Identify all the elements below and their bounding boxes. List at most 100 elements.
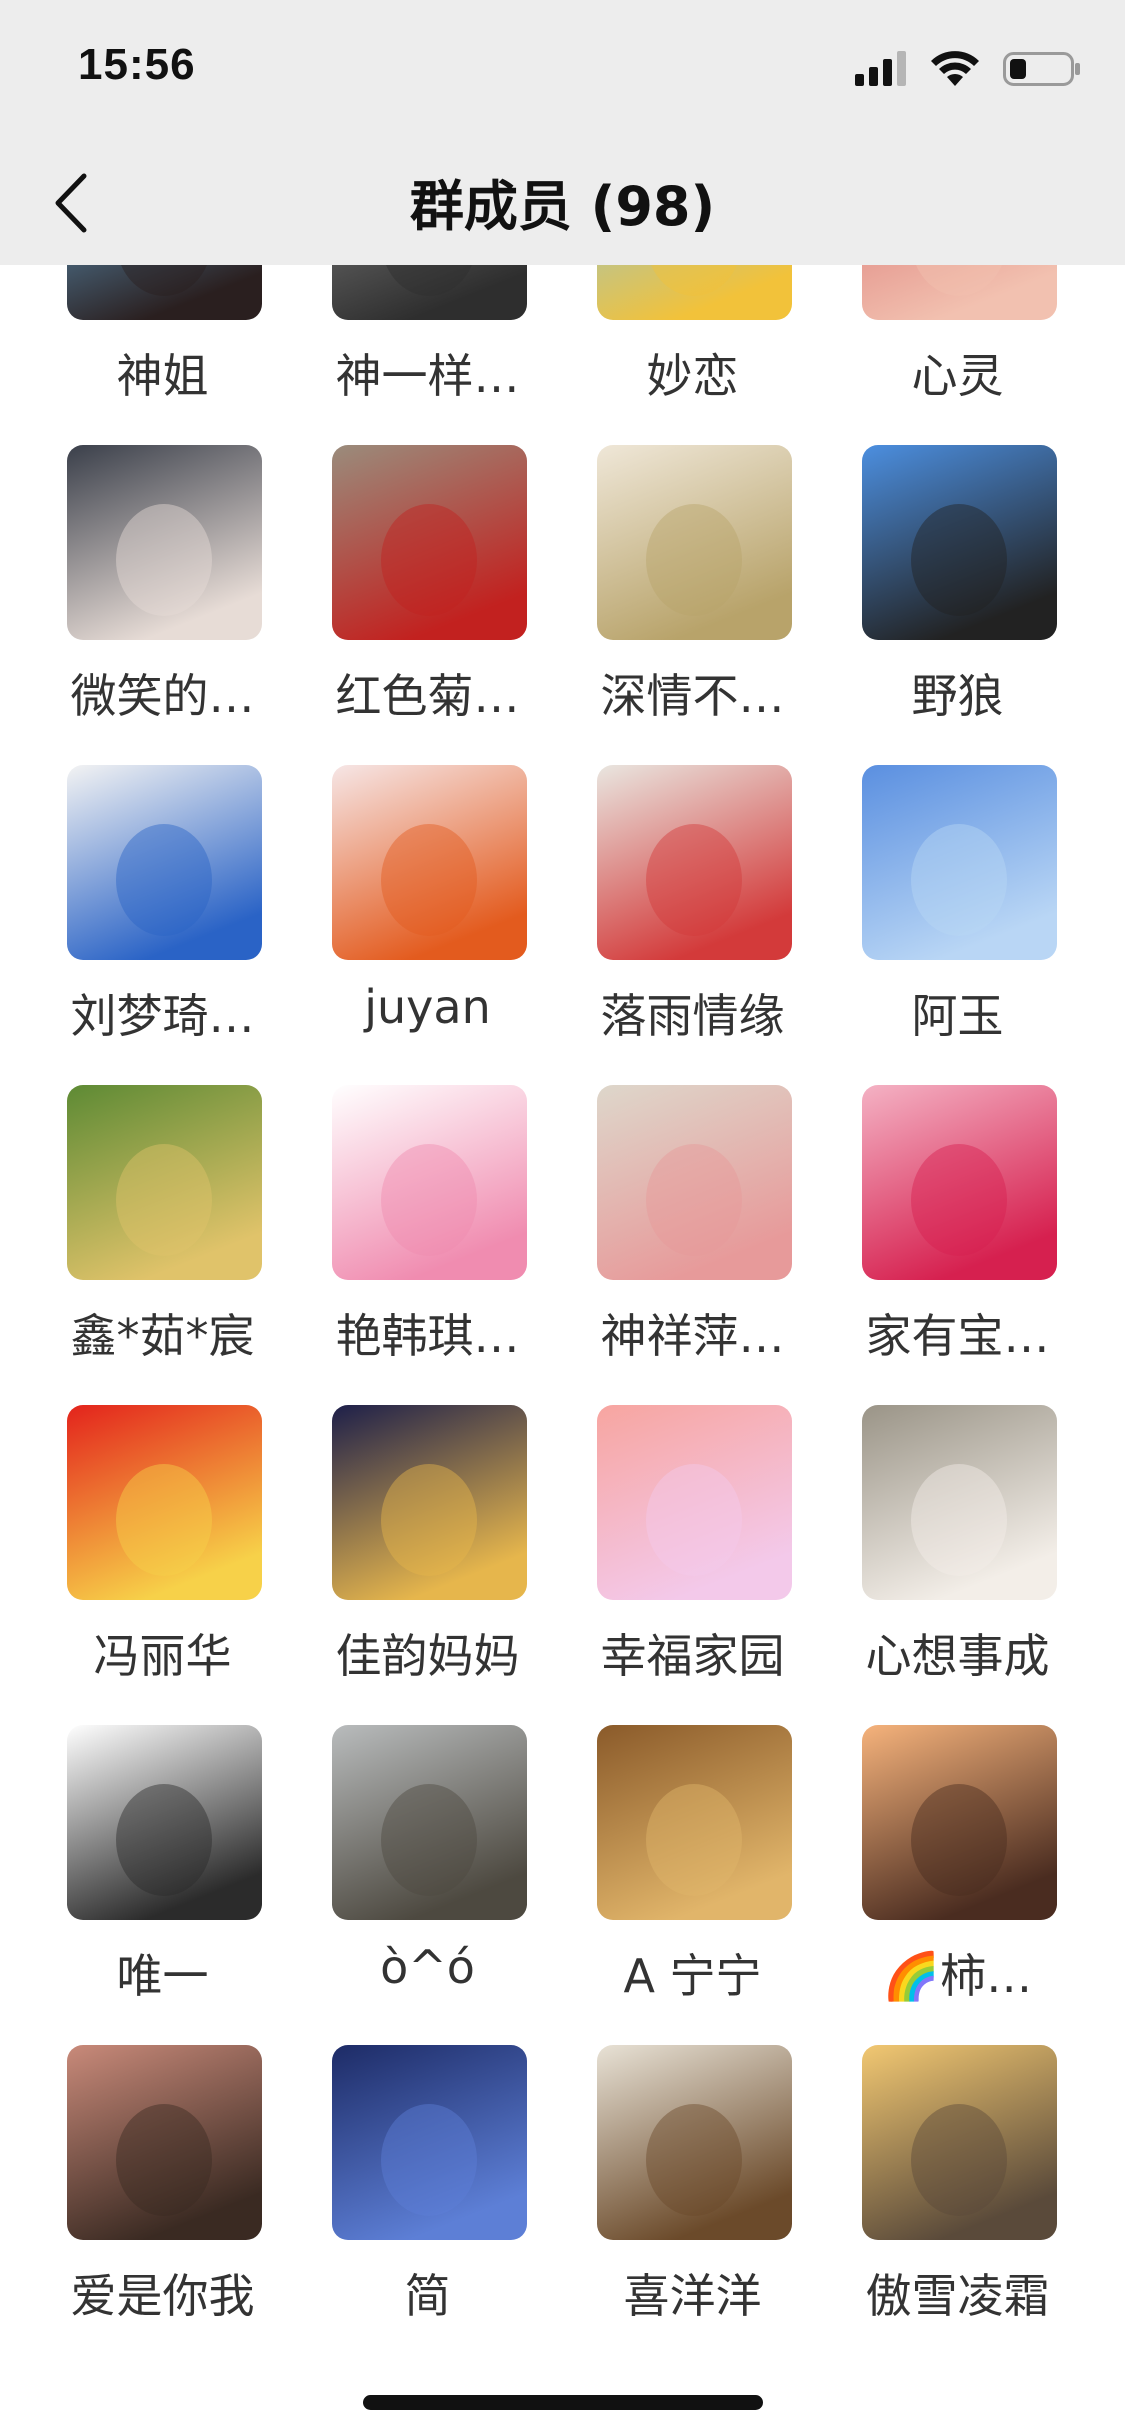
member-name: 爱是你我 xyxy=(70,2269,255,2323)
member-grid-viewport[interactable]: 神姐 神一样… 妙恋 心灵微笑的… 红色菊… 深情不… 野狼刘梦琦… juyan 落雨情缘 阿玉鑫… xyxy=(0,265,1125,2436)
member-item[interactable]: 深情不… xyxy=(560,445,825,765)
member-item[interactable]: 艳韩琪… xyxy=(295,1085,560,1405)
member-item[interactable]: 傲雪凌霜 xyxy=(825,2045,1090,2365)
member-avatar[interactable] xyxy=(862,1085,1057,1280)
member-item[interactable]: juyan xyxy=(295,765,560,1085)
member-avatar[interactable] xyxy=(862,1725,1057,1920)
member-avatar[interactable] xyxy=(597,1725,792,1920)
member-item[interactable]: 妙恋 xyxy=(560,265,825,445)
member-name: 傲雪凌霜 xyxy=(865,2269,1050,2323)
member-avatar[interactable] xyxy=(862,2045,1057,2240)
header: 15:56 群成员 (98) xyxy=(0,0,1125,265)
baby-photo-icon xyxy=(862,265,1057,320)
member-avatar[interactable] xyxy=(332,765,527,960)
pink-tree-icon xyxy=(597,1405,792,1600)
member-avatar[interactable] xyxy=(67,1085,262,1280)
member-item[interactable]: 神祥萍… xyxy=(560,1085,825,1405)
member-name: 简 xyxy=(404,2269,451,2323)
member-avatar[interactable] xyxy=(332,1405,527,1600)
member-item[interactable]: A 宁宁 xyxy=(560,1725,825,2045)
member-avatar[interactable] xyxy=(332,2045,527,2240)
member-name: ò^ó xyxy=(380,1940,475,1994)
member-avatar[interactable] xyxy=(332,265,527,320)
member-name: 野狼 xyxy=(911,669,1004,723)
member-avatar[interactable] xyxy=(67,1725,262,1920)
member-name: 落雨情缘 xyxy=(600,989,785,1043)
member-avatar[interactable] xyxy=(862,445,1057,640)
member-item[interactable]: 野狼 xyxy=(825,445,1090,765)
home-indicator xyxy=(363,2395,763,2410)
member-name: 唯一 xyxy=(116,1949,209,2003)
woman-dress-icon xyxy=(862,1405,1057,1600)
page-title: 群成员 (98) xyxy=(409,175,716,238)
member-item[interactable]: 落雨情缘 xyxy=(560,765,825,1085)
nav-bar: 群成员 (98) xyxy=(0,140,1125,265)
member-avatar[interactable] xyxy=(597,1085,792,1280)
member-name: 幸福家园 xyxy=(600,1629,785,1683)
member-avatar[interactable] xyxy=(332,445,527,640)
member-name: 家有宝… xyxy=(865,1309,1050,1363)
wedding-icon xyxy=(862,1085,1057,1280)
member-avatar[interactable] xyxy=(597,445,792,640)
member-name: A 宁宁 xyxy=(623,1949,762,2003)
member-name: 冯丽华 xyxy=(93,1629,232,1683)
child-flag-icon xyxy=(67,1405,262,1600)
member-avatar[interactable] xyxy=(597,265,792,320)
member-name: 喜洋洋 xyxy=(623,2269,762,2323)
member-item[interactable]: 神姐 xyxy=(30,265,295,445)
member-item[interactable]: 鑫*茹*宸 xyxy=(30,1085,295,1405)
member-item[interactable]: 冯丽华 xyxy=(30,1405,295,1725)
member-item[interactable]: 阿玉 xyxy=(825,765,1090,1085)
pagoda-icon xyxy=(862,445,1057,640)
member-avatar[interactable] xyxy=(332,1725,527,1920)
member-item[interactable]: 喜洋洋 xyxy=(560,2045,825,2365)
member-avatar[interactable] xyxy=(67,1405,262,1600)
member-item[interactable]: 佳韵妈妈 xyxy=(295,1405,560,1725)
member-name: 心想事成 xyxy=(865,1629,1050,1683)
member-avatar[interactable] xyxy=(67,765,262,960)
member-name: 神姐 xyxy=(116,349,209,403)
member-avatar[interactable] xyxy=(597,1405,792,1600)
member-name: 刘梦琦… xyxy=(70,989,255,1043)
member-name: 🌈柿… xyxy=(882,1949,1033,2003)
member-name: 红色菊… xyxy=(335,669,520,723)
family-photo-icon xyxy=(67,765,262,960)
member-name: 神祥萍… xyxy=(600,1309,785,1363)
member-item[interactable]: 心灵 xyxy=(825,265,1090,445)
member-item[interactable]: 微笑的… xyxy=(30,445,295,765)
member-item[interactable]: 神一样… xyxy=(295,265,560,445)
member-avatar[interactable] xyxy=(862,765,1057,960)
lotus-icon xyxy=(332,1085,527,1280)
member-item[interactable]: 家有宝… xyxy=(825,1085,1090,1405)
member-item[interactable]: 刘梦琦… xyxy=(30,765,295,1085)
member-item[interactable]: ò^ó xyxy=(295,1725,560,2045)
member-avatar[interactable] xyxy=(67,2045,262,2240)
seashore-icon xyxy=(332,1725,527,1920)
member-item[interactable]: 幸福家园 xyxy=(560,1405,825,1725)
member-item[interactable]: 心想事成 xyxy=(825,1405,1090,1725)
mushrooms-icon xyxy=(67,1085,262,1280)
roses-calligraphy-icon xyxy=(597,1085,792,1280)
member-item[interactable]: 爱是你我 xyxy=(30,2045,295,2365)
member-name: 阿玉 xyxy=(911,989,1004,1043)
calligraphy-char-icon xyxy=(597,2045,792,2240)
status-bar: 15:56 xyxy=(0,0,1125,140)
battery-icon xyxy=(1003,52,1080,86)
dried-flowers-icon xyxy=(597,445,792,640)
member-avatar[interactable] xyxy=(332,1085,527,1280)
member-avatar[interactable] xyxy=(597,765,792,960)
calligraphy-icon xyxy=(332,765,527,960)
member-item[interactable]: 唯一 xyxy=(30,1725,295,2045)
member-grid: 神姐 神一样… 妙恋 心灵微笑的… 红色菊… 深情不… 野狼刘梦琦… juyan 落雨情缘 阿玉鑫… xyxy=(0,265,1125,2365)
member-name: 妙恋 xyxy=(646,349,739,403)
member-item[interactable]: 简 xyxy=(295,2045,560,2365)
cartoon-family-icon xyxy=(67,1725,262,1920)
member-avatar[interactable] xyxy=(597,2045,792,2240)
member-avatar[interactable] xyxy=(862,265,1057,320)
member-item[interactable]: 🌈柿… xyxy=(825,1725,1090,2045)
member-item[interactable]: 红色菊… xyxy=(295,445,560,765)
member-avatar[interactable] xyxy=(67,265,262,320)
member-avatar[interactable] xyxy=(67,445,262,640)
member-avatar[interactable] xyxy=(862,1405,1057,1600)
member-name: 深情不… xyxy=(600,669,785,723)
